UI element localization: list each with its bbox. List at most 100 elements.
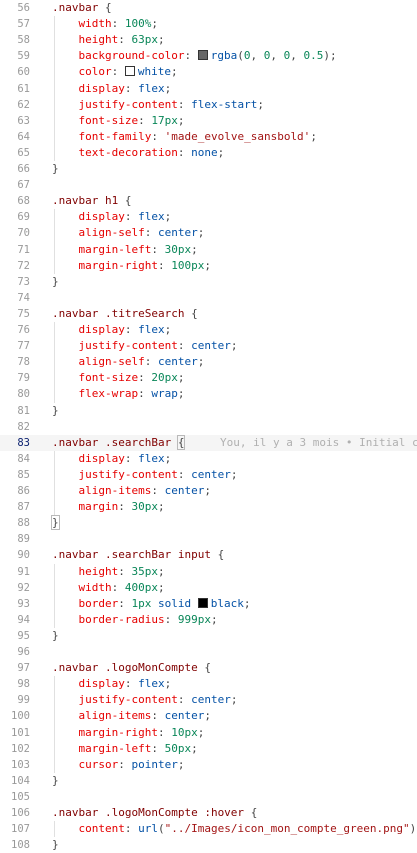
line-number: 93	[17, 597, 30, 610]
code-line[interactable]: 56 .navbar {	[0, 0, 417, 16]
line-number: 77	[17, 340, 30, 353]
indent-guide	[54, 322, 55, 403]
code-line[interactable]: 59 background-color: rgba(0, 0, 0, 0.5);	[0, 48, 417, 64]
code-text: display: flex;	[78, 210, 172, 224]
code-line[interactable]: 90 .navbar .searchBar input {	[0, 547, 417, 563]
code-line[interactable]: 75 .navbar .titreSearch {	[0, 306, 417, 322]
line-number: 100	[11, 710, 30, 723]
code-line[interactable]: 72 margin-right: 100px;	[0, 258, 417, 274]
code-line[interactable]: 99 justify-content: center;	[0, 692, 417, 708]
line-number: 95	[17, 629, 30, 642]
code-line[interactable]: 60 color: white;	[0, 64, 417, 80]
code-text: cursor: pointer;	[78, 757, 185, 771]
code-text: border: 1px solid black;	[78, 596, 251, 610]
line-number: 90	[17, 549, 30, 562]
code-text: width: 400px;	[78, 580, 165, 594]
code-line[interactable]: 83 .navbar .searchBar {You, il y a 3 mois…	[0, 434, 417, 451]
code-line[interactable]: 81}	[0, 403, 417, 419]
code-line[interactable]: 70 align-self: center;	[0, 225, 417, 241]
line-number: 98	[17, 678, 30, 691]
code-line[interactable]: 74	[0, 290, 417, 306]
code-line[interactable]: 103 cursor: pointer;	[0, 757, 417, 773]
code-line[interactable]: 64 font-family: 'made_evolve_sansbold';	[0, 129, 417, 145]
line-number: 59	[17, 50, 30, 63]
code-editor[interactable]: 56 .navbar {57 width: 100%; 58 height: 63p…	[0, 0, 417, 851]
code-text: .navbar {	[52, 1, 112, 14]
code-line[interactable]: 65 text-decoration: none;	[0, 145, 417, 161]
code-text: display: flex;	[78, 677, 172, 691]
line-number: 74	[17, 291, 30, 304]
line-number: 63	[17, 114, 30, 127]
code-line[interactable]: 62 justify-content: flex-start;	[0, 97, 417, 113]
code-line[interactable]: 104}	[0, 773, 417, 789]
line-number: 60	[17, 66, 30, 79]
line-number: 68	[17, 195, 30, 208]
code-text: margin-left: 50px;	[78, 741, 198, 755]
code-line[interactable]: 105	[0, 789, 417, 805]
code-line[interactable]: 91 height: 35px;	[0, 564, 417, 580]
line-number: 70	[17, 227, 30, 240]
color-swatch[interactable]	[197, 50, 208, 61]
line-number: 101	[11, 726, 30, 739]
code-text: .navbar .titreSearch {	[52, 306, 198, 320]
line-number: 73	[17, 275, 30, 288]
code-text: align-items: center;	[78, 484, 211, 497]
code-line[interactable]: 85 justify-content: center;	[0, 467, 417, 483]
code-line[interactable]: 66}	[0, 161, 417, 177]
code-line[interactable]: 68 .navbar h1 {	[0, 193, 417, 209]
code-text: }	[52, 838, 59, 852]
code-line[interactable]: 80 flex-wrap: wrap;	[0, 386, 417, 402]
indent-guide	[54, 821, 55, 838]
code-text: font-size: 20px;	[78, 371, 185, 385]
code-text: justify-content: center;	[78, 467, 238, 481]
line-number: 94	[17, 613, 30, 626]
code-line[interactable]: 82	[0, 419, 417, 435]
code-text: display: flex;	[78, 451, 172, 465]
line-number: 62	[17, 98, 30, 111]
line-number: 92	[17, 581, 30, 594]
code-text: align-self: center;	[78, 355, 205, 369]
code-line[interactable]: 86 align-items: center;	[0, 483, 417, 499]
code-line[interactable]: 87 margin: 30px;	[0, 499, 417, 515]
code-line[interactable]: 107 content: url("../Images/icon_mon_com…	[0, 821, 417, 837]
code-line[interactable]: 63 font-size: 17px;	[0, 113, 417, 129]
code-line[interactable]: 98 display: flex;	[0, 676, 417, 692]
code-text: .navbar .searchBar {	[52, 434, 186, 450]
code-line[interactable]: 108}	[0, 837, 417, 853]
color-swatch[interactable]	[197, 597, 208, 608]
code-line[interactable]: 79 font-size: 20px;	[0, 370, 417, 386]
code-line[interactable]: 84 display: flex;	[0, 451, 417, 467]
code-line[interactable]: 61 display: flex;	[0, 81, 417, 97]
code-line[interactable]: 88}	[0, 515, 417, 531]
code-line[interactable]: 67	[0, 177, 417, 193]
code-line[interactable]: 71 margin-left: 30px;	[0, 242, 417, 258]
code-text: text-decoration: none;	[78, 145, 225, 159]
code-line[interactable]: 76 display: flex;	[0, 322, 417, 338]
line-number: 78	[17, 356, 30, 369]
code-line[interactable]: 100 align-items: center;	[0, 708, 417, 724]
code-line[interactable]: 106 .navbar .logoMonCompte :hover {	[0, 805, 417, 821]
code-line[interactable]: 101 margin-right: 10px;	[0, 725, 417, 741]
color-swatch[interactable]	[124, 66, 135, 77]
line-number: 79	[17, 372, 30, 385]
code-line[interactable]: 78 align-self: center;	[0, 354, 417, 370]
line-number: 84	[17, 452, 30, 465]
code-text: }	[52, 773, 59, 787]
code-line[interactable]: 57 width: 100%;	[0, 16, 417, 32]
code-line[interactable]: 95}	[0, 628, 417, 644]
code-line[interactable]: 73}	[0, 274, 417, 290]
code-line[interactable]: 97 .navbar .logoMonCompte {	[0, 660, 417, 676]
code-line[interactable]: 77 justify-content: center;	[0, 338, 417, 354]
code-line[interactable]: 58 height: 63px;	[0, 32, 417, 48]
line-number: 91	[17, 565, 30, 578]
code-text: .navbar .logoMonCompte :hover {	[52, 806, 258, 819]
code-line[interactable]: 96	[0, 644, 417, 660]
code-text: border-radius: 999px;	[78, 612, 218, 626]
code-line[interactable]: 89	[0, 531, 417, 547]
code-line[interactable]: 92 width: 400px;	[0, 580, 417, 596]
code-line[interactable]: 102 margin-left: 50px;	[0, 741, 417, 757]
code-line[interactable]: 93 border: 1px solid black;	[0, 596, 417, 612]
line-number: 75	[17, 307, 30, 320]
code-line[interactable]: 69 display: flex;	[0, 209, 417, 225]
code-line[interactable]: 94 border-radius: 999px;	[0, 612, 417, 628]
